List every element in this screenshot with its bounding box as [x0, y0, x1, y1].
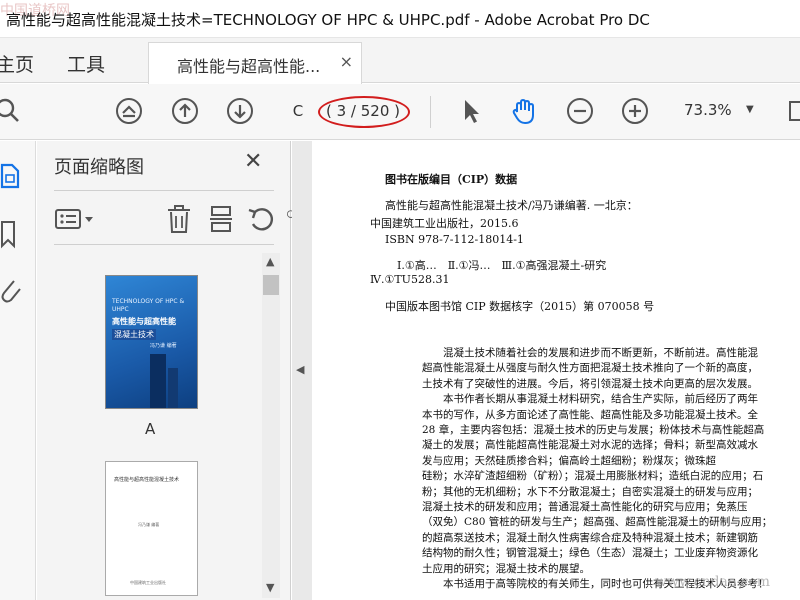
cip-line: 高性能与超高性能混凝土技术/冯乃谦编著. 一北京：	[385, 199, 638, 212]
body-line: 结构物的耐久性；钢管混凝土；绿色（生态）混凝土；工业废弃物资源化	[422, 547, 758, 560]
zoom-level-select[interactable]: 73.3%	[684, 101, 732, 119]
body-line: 凝土的发展；高性能超高性能混凝土对水泥的选择；骨料；新型高效减水	[422, 439, 758, 452]
document-tab-label: 高性能与超高性能...	[177, 57, 321, 76]
cip-line: Ⅰ.①高… Ⅱ.①冯… Ⅲ.①高强混凝土-研究	[397, 259, 607, 272]
scroll-up-icon[interactable]: ▲	[266, 255, 274, 268]
body-line: 混凝土技术随着社会的发展和进步而不断更新，不断前进。高性能混	[443, 347, 758, 359]
select-cursor-icon[interactable]	[456, 96, 486, 126]
insert-page-icon[interactable]	[206, 204, 236, 234]
page-number-input[interactable]: C	[281, 98, 315, 124]
hand-tool-icon[interactable]	[509, 96, 539, 126]
cover-title: 高性能与超高性能	[112, 317, 176, 326]
thumbnail-page-label: A	[145, 420, 156, 438]
scrollbar-thumb[interactable]	[263, 275, 279, 295]
chevron-down-icon[interactable]: ▼	[746, 104, 754, 115]
page-thumbnail-cover[interactable]: TECHNOLOGY OF HPC & UHPC 高性能与超高性能 混凝土技术 …	[105, 275, 198, 409]
next-page-icon[interactable]	[225, 96, 255, 126]
panel-divider	[54, 190, 274, 191]
body-line: 土技术有了突破性的进展。今后，将引领混凝土技术向更高的层次发展。	[422, 377, 758, 390]
cover-english-title: TECHNOLOGY OF HPC & UHPC	[112, 298, 185, 313]
scroll-down-icon[interactable]: ▼	[266, 581, 274, 594]
body-line: （双免）C80 管桩的研发与生产；超高强、超高性能混凝土的研制与应用；	[422, 516, 773, 529]
cip-line: Ⅳ.①TU528.31	[370, 273, 450, 286]
site-watermark-bottom: www.cndao.com	[655, 574, 771, 590]
body-line: 硅粉；水淬矿渣超细粉（矿粉）；混凝土用膨胀材料；造纸白泥的应用；石	[422, 470, 764, 483]
toolbar-divider	[430, 96, 431, 128]
cip-heading: 图书在版编目（CIP）数据	[385, 173, 518, 186]
tab-tools[interactable]: 工具	[67, 50, 105, 77]
first-page-icon[interactable]	[114, 96, 144, 126]
body-line: 的超高泵送技术；混凝土耐久性病害综合症及特种混凝土技术；新建钢筋	[422, 531, 758, 544]
cover-author: 冯乃谦 编著	[150, 343, 177, 349]
cover-building-image	[150, 354, 166, 408]
attachments-icon[interactable]	[0, 275, 26, 305]
body-line: 28 章，主要内容包括：混凝土技术的历史与发展；粉体技术与高性能超高	[422, 424, 765, 437]
title-page-author: 冯乃谦 编著	[138, 522, 160, 527]
thumbnail-toolbar	[54, 201, 295, 237]
page-thumbnails-icon[interactable]	[0, 161, 26, 191]
previous-page-icon[interactable]	[170, 96, 200, 126]
document-view: ◀ 图书在版编目（CIP）数据 高性能与超高性能混凝土技术/冯乃谦编著. 一北京…	[292, 141, 800, 600]
body-line: 本书的写作，从多方面论述了高性能、超高性能及多功能混凝土技术。全	[422, 408, 758, 421]
cip-line: ISBN 978-7-112-18014-1	[385, 233, 524, 246]
page-thumbnails-panel: 页面缩略图 ✕ TECHNOLOGY OF HPC & UHPC 高性能与超高性…	[37, 141, 295, 600]
delete-page-icon[interactable]	[164, 204, 194, 234]
book-description: 混凝土技术随着社会的发展和进步而不断更新，不断前进。高性能混 超高性能混凝土从强…	[422, 346, 800, 593]
body-line: 发与应用；天然硅质掺合料；偏高岭土超细粉；粉煤灰；微珠超	[422, 454, 716, 467]
body-line: 超高性能混凝土从强度与耐久性方面把混凝土技术推向了一个新的高度，	[422, 362, 758, 375]
title-page-title: 高性能与超高性能混凝土技术	[114, 477, 180, 483]
title-page-publisher: 中国建筑工业出版社	[130, 580, 166, 585]
search-icon[interactable]	[0, 96, 26, 126]
cip-line: 中国版本图书馆 CIP 数据核字（2015）第 070058 号	[385, 300, 655, 313]
main-toolbar: C ( 3 / 520 ) 73.3% ▼	[0, 84, 800, 140]
thumbnail-scrollbar[interactable]: ▲ ▼	[262, 253, 280, 598]
body-line: 本书作者长期从事混凝土材料研究，结合生产实际，前后经历了两年	[443, 393, 758, 406]
highlight-annotation	[318, 96, 410, 128]
tab-bar: 主页 工具	[0, 38, 800, 83]
cip-line: 中国建筑工业出版社，2015.6	[370, 217, 519, 230]
tab-home[interactable]: 主页	[0, 50, 34, 77]
zoom-in-icon[interactable]	[620, 96, 650, 126]
window-title: 高性能与超高性能混凝土技术=TECHNOLOGY OF HPC & UHPC.p…	[6, 11, 650, 29]
panel-title: 页面缩略图	[54, 157, 144, 178]
tab-document[interactable]: 高性能与超高性能... ×	[148, 42, 362, 84]
panel-divider	[54, 244, 274, 245]
left-navigation-rail	[0, 141, 36, 600]
close-tab-button[interactable]: ×	[340, 52, 353, 71]
close-panel-button[interactable]: ✕	[244, 149, 262, 174]
pdf-page: 图书在版编目（CIP）数据 高性能与超高性能混凝土技术/冯乃谦编著. 一北京： …	[312, 141, 800, 600]
page-thumbnail-title-page[interactable]: 高性能与超高性能混凝土技术 冯乃谦 编著 中国建筑工业出版社	[105, 461, 198, 596]
bookmarks-icon[interactable]	[0, 219, 26, 249]
more-tools-icon[interactable]	[786, 96, 800, 126]
options-menu-icon[interactable]	[54, 204, 98, 234]
zoom-out-icon[interactable]	[565, 96, 595, 126]
body-line: 粉；其他的无机细粉；水下不分散混凝土；自密实混凝土的研发与应用；	[422, 485, 758, 498]
cover-subtitle: 混凝土技术	[112, 329, 156, 340]
rotate-counterclockwise-icon[interactable]	[246, 204, 276, 234]
body-line: 混凝土技术的研发和应用；普通混凝土高性能化的研究与应用；免蒸压	[422, 501, 748, 514]
title-bar: 中国道桥网 高性能与超高性能混凝土技术=TECHNOLOGY OF HPC & …	[0, 0, 800, 38]
collapse-panel-icon[interactable]: ◀	[296, 363, 304, 376]
cover-building-image	[168, 368, 178, 408]
